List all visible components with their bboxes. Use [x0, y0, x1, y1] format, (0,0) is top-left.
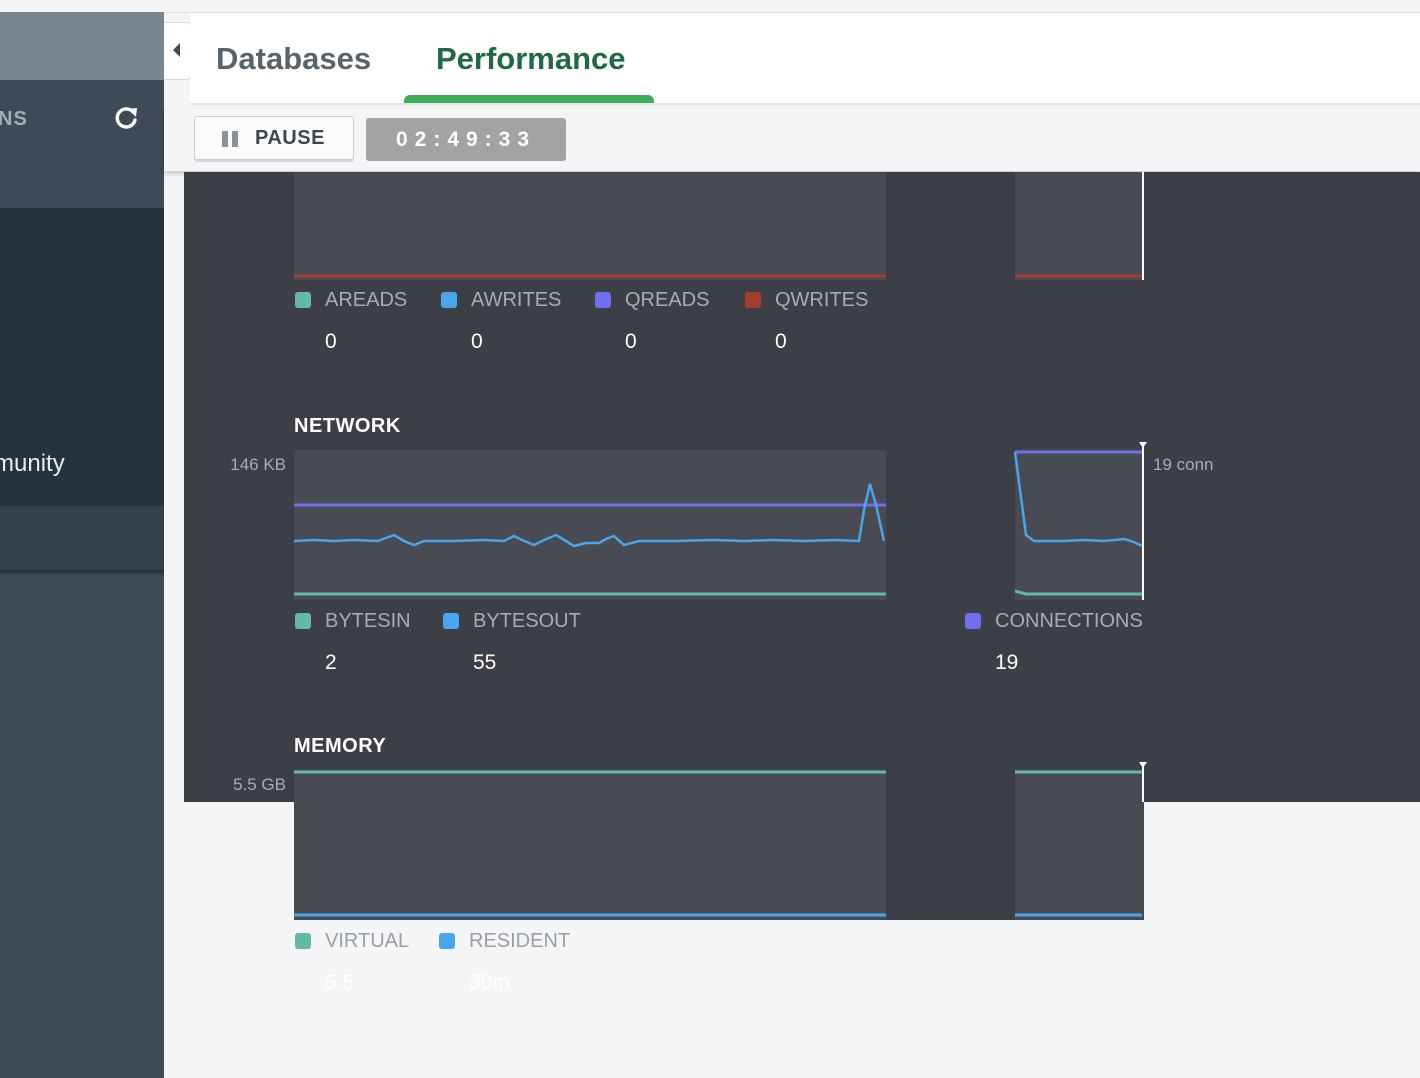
legend-swatch	[595, 292, 611, 308]
tab-performance[interactable]: Performance	[436, 41, 626, 77]
tab-bar: Databases Performance	[190, 13, 1420, 105]
active-tab-indicator	[404, 95, 654, 103]
legend-value: 30m	[469, 971, 510, 994]
operations-chart	[294, 172, 1144, 280]
legend-swatch	[439, 933, 455, 949]
pause-button[interactable]: PAUSE	[194, 116, 354, 160]
performance-controls: PAUSE 02:49:33	[164, 105, 1420, 171]
legend-value: 0	[625, 330, 637, 353]
operations-plot-gap	[886, 172, 1015, 280]
sidebar-section-header: NS	[0, 80, 164, 208]
network-chart-title: NETWORK	[294, 415, 401, 437]
legend-label: QWRITES	[775, 289, 869, 311]
pause-button-label: PAUSE	[255, 127, 325, 149]
sidebar: NS munity	[0, 12, 164, 1078]
legend-value: 2	[325, 651, 337, 674]
legend-label: VIRTUAL	[325, 930, 410, 952]
memory-chart-title: MEMORY	[294, 735, 387, 757]
legend-label: RESIDENT	[469, 930, 571, 952]
sidebar-header	[0, 12, 164, 80]
series-line-bytesout	[293, 483, 886, 548]
legend-label: BYTESOUT	[473, 610, 581, 632]
legend-value: 0	[775, 330, 787, 353]
series-line-bytesout-latest	[1013, 451, 1143, 548]
legend-value: 5.5	[325, 971, 355, 994]
legend-value: 0	[471, 330, 483, 353]
legend-swatch	[295, 613, 311, 629]
legend-value: 19	[995, 651, 1019, 674]
elapsed-timer: 02:49:33	[366, 118, 566, 161]
legend-swatch	[295, 933, 311, 949]
caret-left-icon	[173, 43, 180, 57]
collapse-sidebar-button[interactable]	[164, 22, 191, 80]
network-y2-max-label: 19 conn	[1153, 455, 1214, 474]
refresh-icon[interactable]	[112, 104, 140, 132]
legend-swatch	[745, 292, 761, 308]
window-top-strip	[0, 0, 1420, 13]
legend-swatch	[443, 613, 459, 629]
sidebar-section-label: NS	[0, 108, 28, 130]
legend-label: AREADS	[325, 289, 408, 311]
tab-databases[interactable]: Databases	[216, 41, 371, 77]
memory-chart	[294, 762, 1147, 917]
legend-label: BYTESIN	[325, 610, 411, 632]
charts-panel: AREADS 0 AWRITES 0 QREADS 0 QWRITES 0 NE…	[184, 172, 1420, 802]
network-y-max-label: 146 KB	[230, 455, 286, 474]
legend-swatch	[965, 613, 981, 629]
memory-y-max-label: 5.5 GB	[233, 775, 286, 794]
pause-icon	[222, 131, 238, 147]
legend-label: AWRITES	[471, 289, 562, 311]
sidebar-edition-label: munity	[0, 450, 65, 477]
chart-cursor-marker	[1139, 442, 1147, 448]
legend-label: CONNECTIONS	[995, 610, 1143, 632]
network-chart	[293, 442, 1147, 600]
series-line-bytesin-latest	[1014, 589, 1142, 596]
legend-swatch	[441, 292, 457, 308]
sidebar-filter-area[interactable]	[0, 506, 164, 570]
legend-swatch	[295, 292, 311, 308]
legend-value: 55	[473, 651, 497, 674]
legend-label: QREADS	[625, 289, 710, 311]
legend-value: 0	[325, 330, 337, 353]
sidebar-divider	[0, 570, 164, 576]
sidebar-instance-panel: munity	[0, 208, 164, 506]
